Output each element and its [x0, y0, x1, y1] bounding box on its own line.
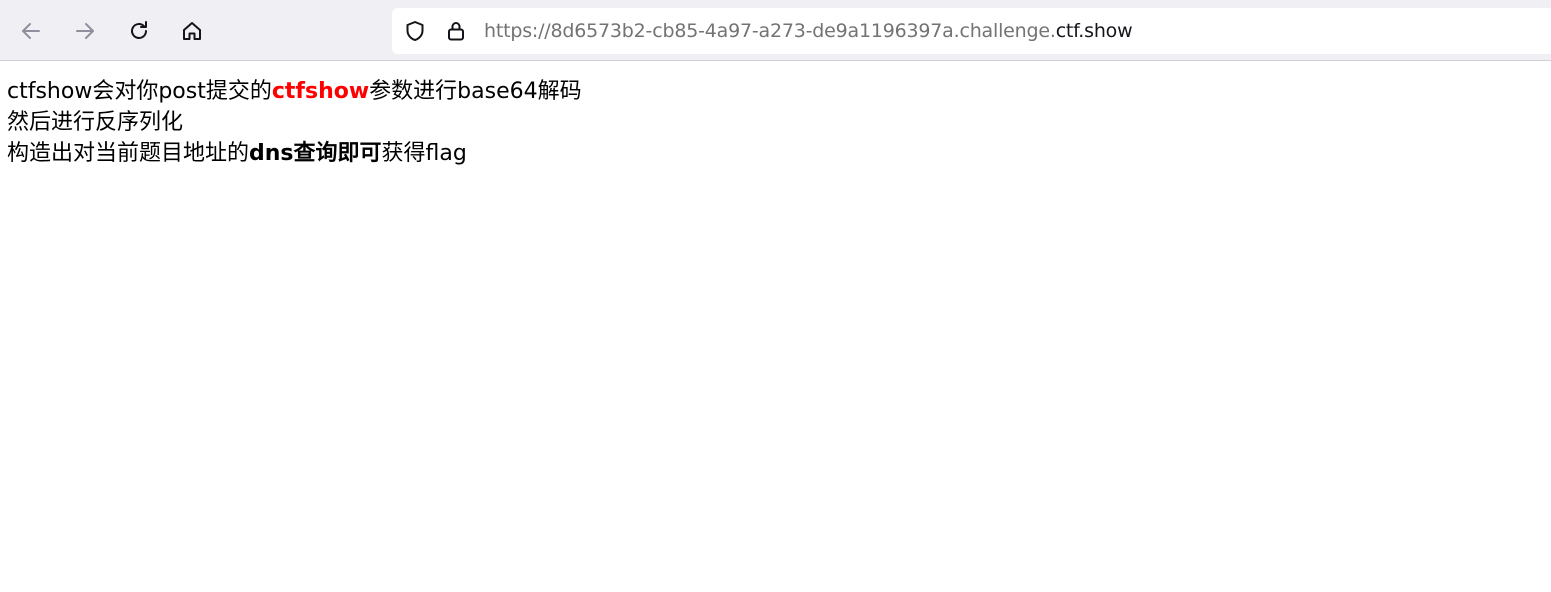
param-name-highlight: ctfshow	[271, 79, 370, 104]
page-content: ctfshow会对你post提交的ctfshow参数进行base64解码 然后进…	[7, 76, 582, 169]
forward-button[interactable]	[68, 14, 102, 48]
instruction-line-3: 构造出对当前题目地址的dns查询即可获得flag	[7, 138, 582, 169]
line3-text-after: 获得flag	[381, 141, 467, 166]
line1-text-before: ctfshow会对你post提交的	[7, 79, 272, 104]
home-button[interactable]	[175, 14, 209, 48]
dns-query-emphasis: dns查询即可	[249, 141, 382, 166]
instruction-line-2: 然后进行反序列化	[7, 110, 184, 135]
line3-text-before: 构造出对当前题目地址的	[7, 141, 250, 166]
shield-icon[interactable]	[403, 19, 427, 43]
address-bar[interactable]: https://8d6573b2-cb85-4a97-a273-de9a1196…	[392, 8, 1551, 54]
instruction-line-1: ctfshow会对你post提交的ctfshow参数进行base64解码	[7, 76, 582, 107]
reload-icon	[131, 21, 147, 39]
reload-button[interactable]	[122, 14, 156, 48]
back-arrow-icon	[22, 23, 40, 39]
lock-icon[interactable]	[444, 19, 468, 43]
url-prefix: https://8d6573b2-cb85-4a97-a273-de9a1196…	[484, 20, 1056, 42]
url-domain: ctf.show	[1055, 20, 1133, 42]
browser-toolbar: https://8d6573b2-cb85-4a97-a273-de9a1196…	[0, 0, 1551, 61]
back-button[interactable]	[14, 14, 48, 48]
home-icon	[183, 22, 201, 40]
url-text[interactable]: https://8d6573b2-cb85-4a97-a273-de9a1196…	[484, 19, 1133, 43]
line1-text-after: 参数进行base64解码	[369, 79, 582, 104]
forward-arrow-icon	[76, 23, 94, 39]
